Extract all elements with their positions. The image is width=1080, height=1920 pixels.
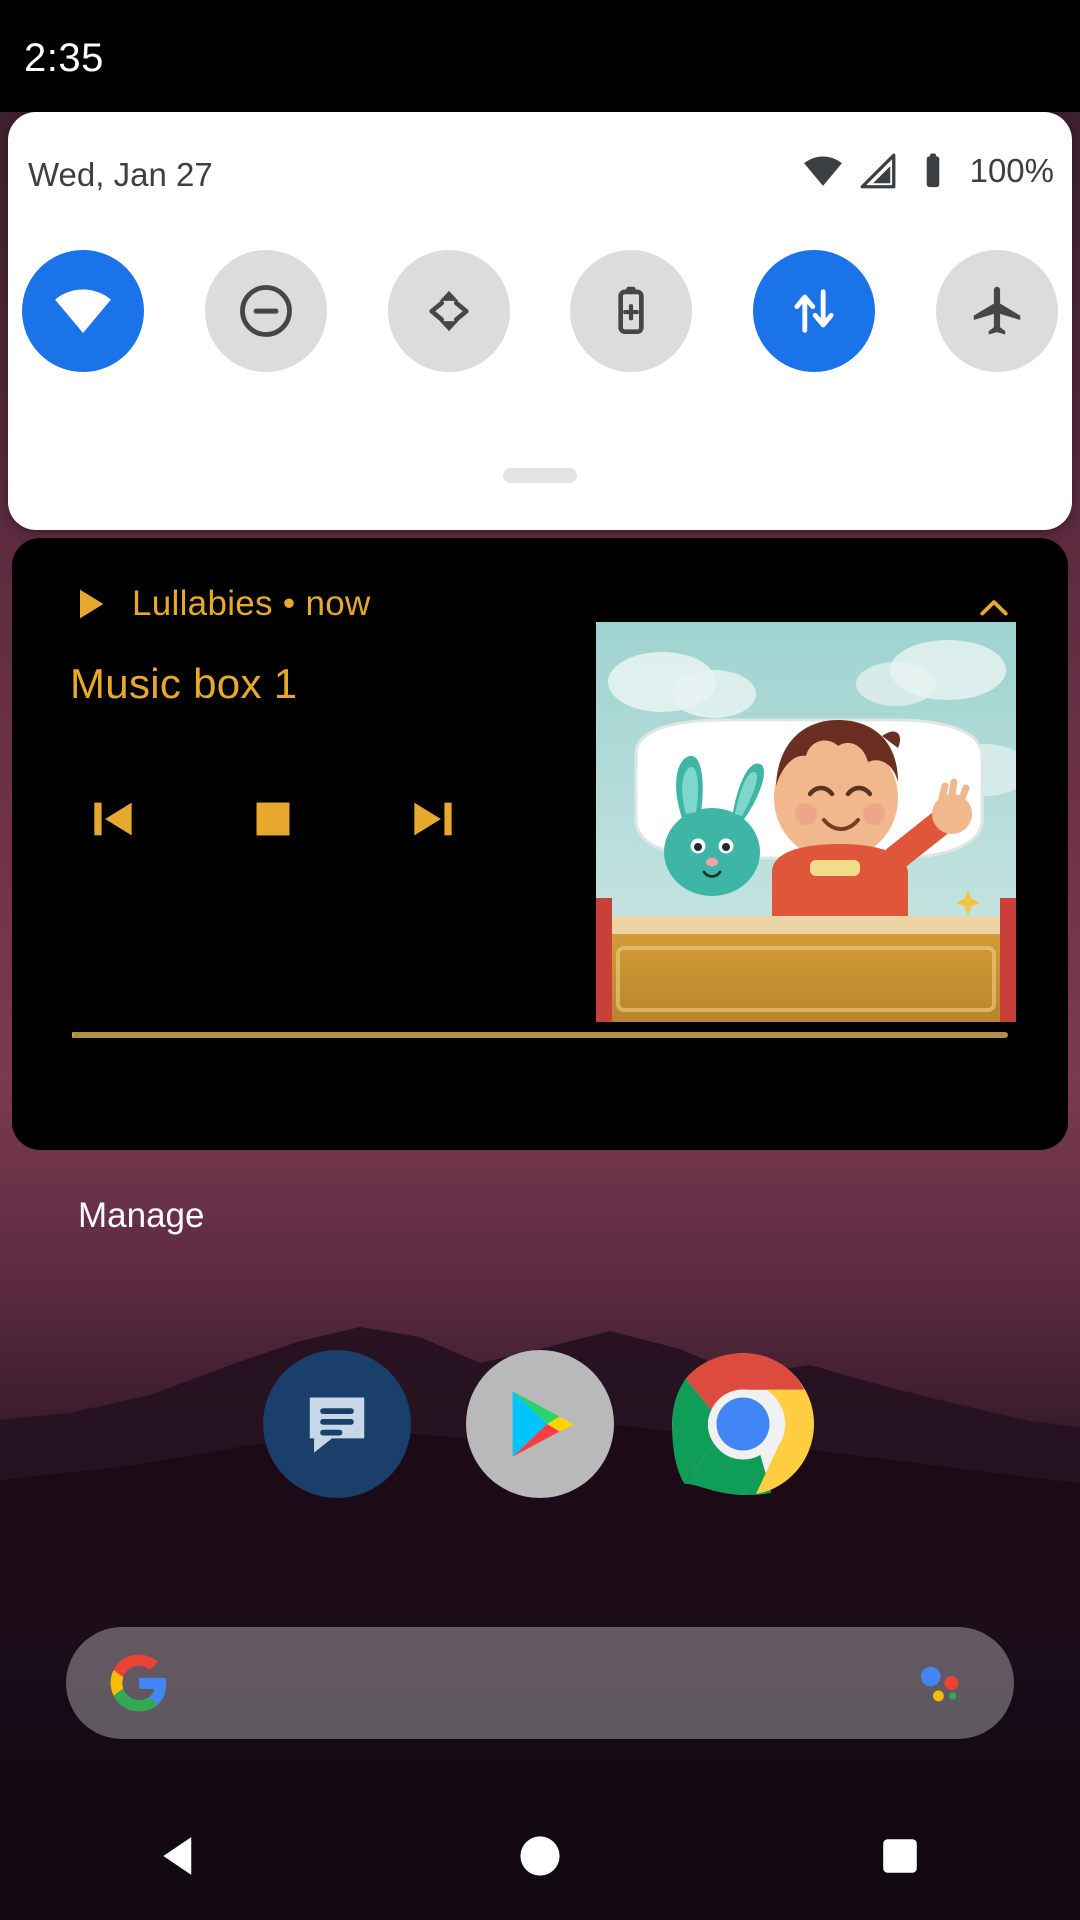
nav-home-button[interactable] [490, 1806, 590, 1906]
media-app-and-time-label: Lullabies • now [132, 584, 371, 623]
qs-tile-battery-saver[interactable] [570, 250, 693, 372]
album-art-illustration [596, 622, 1016, 1022]
media-previous-button[interactable] [82, 788, 144, 850]
chrome-icon [672, 1353, 814, 1495]
nav-back-button[interactable] [130, 1806, 230, 1906]
media-progress-bar[interactable] [72, 1032, 1008, 1038]
home-screen-app-row [0, 1350, 1080, 1500]
mobile-data-icon [794, 289, 834, 333]
quick-settings-header: Wed, Jan 27 100% [8, 112, 1072, 232]
wifi-icon [55, 289, 111, 333]
dnd-icon [239, 285, 292, 337]
media-notification-card[interactable]: Lullabies • now Music box 1 [12, 538, 1068, 1150]
wifi-icon [803, 156, 842, 186]
google-g-icon [110, 1654, 167, 1712]
quick-settings-tiles [8, 250, 1072, 372]
status-icons-group: 100% [802, 150, 1054, 192]
messages-icon [309, 1397, 365, 1453]
back-triangle-icon [163, 1837, 192, 1875]
battery-percent-label: 100% [969, 152, 1054, 189]
stop-icon [256, 802, 290, 836]
battery-saver-icon [618, 286, 645, 334]
qs-tile-do-not-disturb[interactable] [204, 250, 327, 372]
navigation-bar [0, 1792, 1080, 1920]
media-track-title: Music box 1 [70, 660, 298, 707]
airplane-icon [973, 286, 1021, 335]
battery-icon [926, 153, 939, 188]
skip-previous-icon [94, 802, 132, 836]
home-circle-icon [520, 1836, 560, 1876]
status-bar-clock: 2:35 [24, 36, 104, 80]
nav-recents-button[interactable] [850, 1806, 950, 1906]
quick-settings-panel[interactable]: Wed, Jan 27 100% [8, 112, 1072, 530]
quick-settings-date: Wed, Jan 27 [28, 156, 213, 193]
google-assistant-icon[interactable] [910, 1652, 972, 1714]
app-icon-play-store[interactable] [466, 1350, 614, 1498]
qs-tile-auto-rotate[interactable] [387, 250, 510, 372]
quick-settings-drag-handle[interactable] [503, 468, 577, 483]
media-album-art [596, 622, 1016, 1022]
recents-square-icon [883, 1839, 917, 1873]
play-icon [80, 589, 104, 619]
auto-rotate-icon [428, 290, 469, 332]
media-stop-button[interactable] [242, 788, 304, 850]
app-icon-messages[interactable] [263, 1350, 411, 1498]
skip-next-icon [414, 802, 452, 836]
search-input[interactable] [170, 1663, 910, 1703]
app-icon-chrome[interactable] [669, 1350, 817, 1498]
play-store-icon [512, 1391, 574, 1457]
media-transport-controls [82, 788, 464, 850]
status-bar: 2:35 [0, 0, 1080, 112]
media-progress-fill [72, 1032, 74, 1038]
manage-notifications-button[interactable]: Manage [78, 1196, 204, 1236]
qs-tile-internet[interactable] [22, 250, 144, 372]
qs-tile-mobile-data[interactable] [753, 250, 876, 372]
media-notification-header: Lullabies • now [70, 584, 371, 624]
qs-tile-airplane-mode[interactable] [935, 250, 1058, 372]
google-search-bar[interactable] [66, 1627, 1014, 1739]
cell-signal-icon [860, 153, 896, 189]
media-next-button[interactable] [402, 788, 464, 850]
